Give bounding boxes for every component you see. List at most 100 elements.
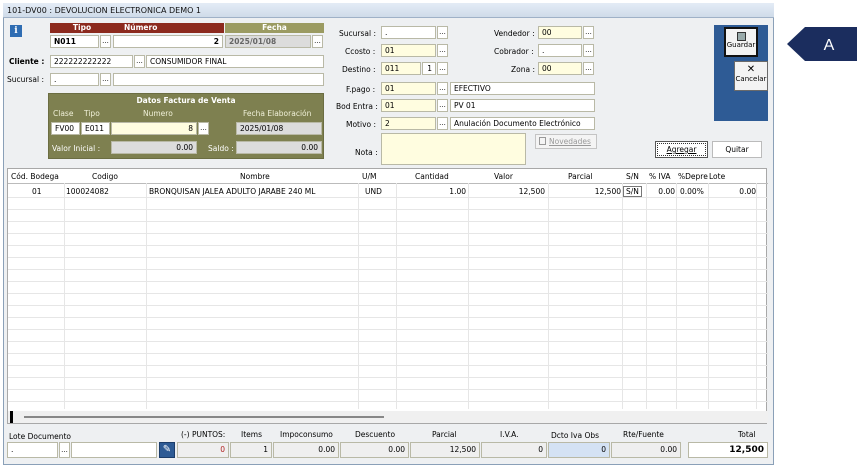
zona-lookup[interactable]: ... bbox=[583, 62, 594, 75]
row-iva: 0.00 bbox=[658, 187, 675, 196]
vendedor-label: Vendedor : bbox=[494, 29, 535, 38]
cliente-nombre-field: CONSUMIDOR FINAL bbox=[146, 55, 324, 68]
impoconsumo-field: 0.00 bbox=[273, 442, 339, 458]
col-lote[interactable]: Lote bbox=[709, 172, 725, 181]
center-sucursal-field[interactable]: . bbox=[381, 26, 436, 39]
motivo-desc-field: Anulación Documento Electrónico bbox=[450, 117, 595, 130]
total-label: Total bbox=[738, 430, 756, 439]
scrollbar-thumb[interactable] bbox=[24, 416, 384, 418]
ccosto-field[interactable]: 01 bbox=[381, 44, 436, 57]
fpago-field[interactable]: 01 bbox=[381, 82, 436, 95]
bod-entra-field[interactable]: 01 bbox=[381, 99, 436, 112]
lote-label: Lote Documento bbox=[9, 432, 72, 441]
bod-entra-lookup[interactable]: ... bbox=[437, 99, 448, 112]
fecha-field: 2025/01/08 bbox=[225, 35, 311, 48]
paperclip-icon: ✎ bbox=[162, 444, 172, 455]
motivo-label: Motivo : bbox=[346, 120, 377, 129]
col-iva[interactable]: % IVA bbox=[649, 172, 671, 181]
nota-field[interactable] bbox=[381, 133, 526, 165]
cliente-id-field[interactable]: 222222222222 bbox=[50, 55, 133, 68]
cliente-lookup-button[interactable]: ... bbox=[134, 55, 145, 68]
center-sucursal-label: Sucursal : bbox=[339, 29, 376, 38]
cobrador-lookup[interactable]: ... bbox=[583, 44, 594, 57]
nota-label: Nota : bbox=[355, 148, 378, 157]
tipo-field[interactable]: N011 bbox=[50, 35, 99, 48]
cobrador-field[interactable]: . bbox=[538, 44, 582, 57]
fpago-lookup[interactable]: ... bbox=[437, 82, 448, 95]
tipo-header: Tipo bbox=[50, 23, 114, 33]
sucursal-desc-field bbox=[113, 73, 324, 86]
motivo-field[interactable]: 2 bbox=[381, 117, 436, 130]
ccosto-label: Ccosto : bbox=[345, 47, 376, 56]
row-bodega: 01 bbox=[32, 187, 42, 196]
info-icon[interactable]: i bbox=[10, 25, 22, 37]
notes-icon bbox=[539, 137, 546, 145]
factura-tipo-label: Tipo bbox=[84, 109, 100, 118]
col-parcial[interactable]: Parcial bbox=[568, 172, 593, 181]
motivo-lookup[interactable]: ... bbox=[437, 117, 448, 130]
cancel-x-icon: ✕ bbox=[746, 64, 756, 75]
destino-field[interactable]: 011 bbox=[381, 62, 421, 75]
col-codigo[interactable]: Codigo bbox=[92, 172, 118, 181]
rte-fuente-field: 0.00 bbox=[611, 442, 681, 458]
agregar-button[interactable]: Agregar bbox=[655, 141, 708, 158]
vendedor-field[interactable]: 00 bbox=[538, 26, 582, 39]
factura-numero-label: Numero bbox=[143, 109, 173, 118]
cancelar-button[interactable]: ✕ Cancelar bbox=[734, 61, 768, 91]
items-label: Items bbox=[241, 430, 262, 439]
col-sn[interactable]: S/N bbox=[626, 172, 639, 181]
col-um[interactable]: U/M bbox=[362, 172, 377, 181]
center-sucursal-lookup[interactable]: ... bbox=[437, 26, 448, 39]
callout-letter: A bbox=[824, 37, 835, 54]
col-bodega[interactable]: Cód. Bodega bbox=[11, 172, 59, 181]
row-codigo: 100024082 bbox=[66, 187, 109, 196]
row-parcial: 12,500 bbox=[594, 187, 621, 196]
numero-field[interactable]: 2 bbox=[113, 35, 223, 48]
numero-header: Número bbox=[114, 23, 224, 33]
factura-title: Datos Factura de Venta bbox=[136, 96, 236, 105]
puntos-label: (-) PUNTOS: bbox=[181, 430, 226, 439]
destino-label: Destino : bbox=[342, 65, 376, 74]
saldo-label: Saldo : bbox=[208, 144, 234, 153]
col-valor[interactable]: Valor bbox=[494, 172, 513, 181]
fecha-elaboracion-label: Fecha Elaboración bbox=[243, 109, 312, 118]
clase-label: Clase bbox=[53, 109, 74, 118]
items-grid[interactable]: Cód. Bodega Codigo Nombre U/M Cantidad V… bbox=[7, 168, 768, 424]
saldo-field: 0.00 bbox=[236, 141, 322, 154]
impoconsumo-label: Impoconsumo bbox=[280, 430, 333, 439]
row-sn-toggle[interactable]: S/N bbox=[623, 186, 642, 197]
items-field: 1 bbox=[230, 442, 272, 458]
novedades-button[interactable]: Novedades bbox=[535, 134, 597, 149]
fecha-elaboracion-field: 2025/01/08 bbox=[236, 122, 322, 135]
sucursal-field[interactable]: . bbox=[50, 73, 99, 86]
lote-lookup[interactable]: ... bbox=[59, 442, 70, 458]
tipo-lookup-button[interactable]: ... bbox=[100, 35, 111, 48]
col-depre[interactable]: %Depre bbox=[678, 172, 708, 181]
destino-num-field[interactable]: 1 bbox=[422, 62, 436, 75]
sucursal-lookup-button[interactable]: ... bbox=[100, 73, 111, 86]
clase-field[interactable]: FV00 bbox=[51, 122, 80, 135]
col-nombre[interactable]: Nombre bbox=[240, 172, 270, 181]
destino-lookup[interactable]: ... bbox=[437, 62, 448, 75]
attach-button[interactable]: ✎ bbox=[159, 442, 175, 458]
row-depre: 0.00% bbox=[680, 187, 704, 196]
zona-field[interactable]: 00 bbox=[538, 62, 582, 75]
col-cantidad[interactable]: Cantidad bbox=[415, 172, 449, 181]
quitar-button[interactable]: Quitar bbox=[712, 141, 762, 158]
cobrador-label: Cobrador : bbox=[494, 47, 534, 56]
valor-inicial-label: Valor Inicial : bbox=[52, 144, 101, 153]
horizontal-scrollbar[interactable] bbox=[8, 411, 768, 423]
factura-lookup-button[interactable]: ... bbox=[198, 122, 209, 135]
vendedor-lookup[interactable]: ... bbox=[583, 26, 594, 39]
lote-field[interactable]: . bbox=[7, 442, 58, 458]
row-cantidad: 1.00 bbox=[449, 187, 466, 196]
bod-entra-label: Bod Entra : bbox=[336, 102, 378, 111]
puntos-field: 0 bbox=[177, 442, 229, 458]
factura-tipo-field[interactable]: E011 bbox=[81, 122, 110, 135]
guardar-button[interactable]: Guardar bbox=[724, 27, 758, 57]
iva-label: I.V.A. bbox=[500, 430, 519, 439]
ccosto-lookup[interactable]: ... bbox=[437, 44, 448, 57]
row-valor: 12,500 bbox=[518, 187, 545, 196]
fecha-picker-button[interactable]: ... bbox=[312, 35, 323, 48]
factura-numero-field[interactable]: 8 bbox=[111, 122, 197, 135]
